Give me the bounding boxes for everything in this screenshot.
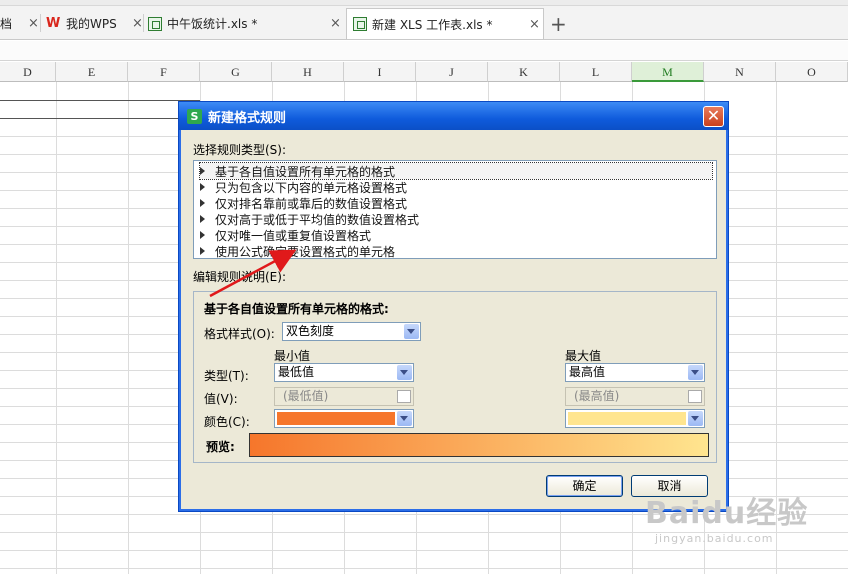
tab-partial[interactable]: 档 × bbox=[0, 8, 40, 39]
formula-bar-strip bbox=[0, 41, 848, 61]
column-header[interactable]: L bbox=[560, 62, 632, 82]
new-format-rule-dialog: S 新建格式规则 ✕ 选择规则类型(S): 基于各自值设置所有单元格的格式 只为… bbox=[178, 101, 729, 512]
min-header: 最小值 bbox=[274, 349, 311, 363]
rule-type-text: 只为包含以下内容的单元格设置格式 bbox=[215, 180, 408, 195]
close-icon[interactable]: × bbox=[28, 16, 39, 31]
rule-type-item[interactable]: 使用公式确定要设置格式的单元格 bbox=[200, 243, 395, 259]
triangle-right-icon bbox=[200, 215, 205, 223]
column-header[interactable]: E bbox=[56, 62, 128, 82]
column-header-selected[interactable]: M bbox=[632, 62, 704, 82]
column-header[interactable]: K bbox=[488, 62, 560, 82]
max-color-swatch bbox=[568, 412, 686, 425]
rule-type-label: 选择规则类型(S): bbox=[193, 143, 287, 157]
spreadsheet-icon bbox=[148, 16, 162, 31]
tab-bar: 档 × W 我的WPS × 中午饭统计.xls * × 新建 XLS 工作表.x… bbox=[0, 0, 848, 40]
min-color-select[interactable] bbox=[274, 409, 414, 428]
range-picker-icon[interactable] bbox=[397, 390, 411, 403]
rule-type-list[interactable]: 基于各自值设置所有单元格的格式 只为包含以下内容的单元格设置格式 仅对排名靠前或… bbox=[193, 160, 717, 259]
ok-button[interactable]: 确定 bbox=[546, 475, 623, 497]
max-type-select[interactable]: 最高值 bbox=[565, 363, 705, 382]
close-icon[interactable]: × bbox=[330, 16, 341, 31]
column-header[interactable]: O bbox=[776, 62, 848, 82]
tab-label: 中午饭统计.xls * bbox=[167, 17, 258, 31]
max-type-value: 最高值 bbox=[569, 365, 606, 379]
close-icon[interactable]: × bbox=[529, 17, 540, 32]
baidu-watermark: Baidu经验 jingyan.baidu.com bbox=[645, 488, 808, 545]
watermark-main: Baidu经验 bbox=[645, 496, 809, 531]
tab-new-xls[interactable]: 新建 XLS 工作表.xls * × bbox=[346, 8, 544, 39]
tab-partial-label: 档 bbox=[0, 17, 13, 31]
tab-bar-top-strip bbox=[0, 0, 848, 6]
column-header[interactable]: F bbox=[128, 62, 200, 82]
rule-type-item[interactable]: 仅对唯一值或重复值设置格式 bbox=[200, 227, 371, 243]
tab-my-wps[interactable]: W 我的WPS × bbox=[46, 8, 143, 39]
column-header[interactable]: D bbox=[0, 62, 56, 82]
format-style-select[interactable]: 双色刻度 bbox=[282, 322, 421, 341]
column-header[interactable]: G bbox=[200, 62, 272, 82]
chevron-down-icon[interactable] bbox=[688, 365, 703, 380]
max-value-text: (最高值) bbox=[574, 389, 620, 403]
triangle-right-icon bbox=[200, 199, 205, 207]
max-header: 最大值 bbox=[565, 349, 602, 363]
min-type-value: 最低值 bbox=[278, 365, 315, 379]
rule-type-text: 仅对唯一值或重复值设置格式 bbox=[215, 228, 372, 243]
rule-type-text: 仅对高于或低于平均值的数值设置格式 bbox=[215, 212, 420, 227]
group-title: 基于各自值设置所有单元格的格式: bbox=[204, 302, 389, 316]
color-scale-preview bbox=[249, 433, 709, 457]
triangle-right-icon bbox=[200, 247, 205, 255]
spreadsheet-icon bbox=[353, 17, 367, 31]
rule-type-text: 基于各自值设置所有单元格的格式 bbox=[215, 164, 396, 179]
rule-description-group: 基于各自值设置所有单元格的格式: 格式样式(O): 双色刻度 最小值 最大值 类… bbox=[193, 291, 717, 463]
type-label: 类型(T): bbox=[204, 369, 249, 383]
tab-separator bbox=[40, 14, 41, 32]
wps-logo-icon: W bbox=[46, 15, 61, 31]
rule-type-text: 使用公式确定要设置格式的单元格 bbox=[215, 244, 396, 259]
format-style-value: 双色刻度 bbox=[286, 324, 335, 338]
column-header[interactable]: I bbox=[344, 62, 416, 82]
new-tab-icon[interactable]: + bbox=[550, 12, 567, 36]
dialog-title: 新建格式规则 bbox=[208, 110, 287, 126]
min-value-input[interactable]: (最低值) bbox=[274, 387, 414, 406]
min-type-select[interactable]: 最低值 bbox=[274, 363, 414, 382]
tab-lunch-stats[interactable]: 中午饭统计.xls * × bbox=[148, 8, 342, 39]
tab-label: 我的WPS bbox=[66, 17, 117, 31]
column-header[interactable]: N bbox=[704, 62, 776, 82]
max-value-input[interactable]: (最高值) bbox=[565, 387, 705, 406]
chevron-down-icon[interactable] bbox=[404, 324, 419, 339]
triangle-right-icon bbox=[200, 231, 205, 239]
preview-label: 预览: bbox=[206, 440, 235, 454]
rule-type-item[interactable]: 只为包含以下内容的单元格设置格式 bbox=[200, 179, 407, 195]
range-picker-icon[interactable] bbox=[688, 390, 702, 403]
color-label: 颜色(C): bbox=[204, 415, 250, 429]
max-color-select[interactable] bbox=[565, 409, 705, 428]
dialog-titlebar[interactable]: S 新建格式规则 ✕ bbox=[179, 102, 728, 130]
min-value-text: (最低值) bbox=[283, 389, 329, 403]
wps-spreadsheet-icon: S bbox=[187, 108, 202, 124]
tab-label: 新建 XLS 工作表.xls * bbox=[372, 17, 493, 32]
edit-rule-label: 编辑规则说明(E): bbox=[193, 270, 286, 284]
rule-type-item[interactable]: 仅对排名靠前或靠后的数值设置格式 bbox=[200, 195, 407, 211]
rule-type-item[interactable]: 基于各自值设置所有单元格的格式 bbox=[199, 162, 713, 180]
chevron-down-icon[interactable] bbox=[397, 411, 412, 426]
watermark-sub: jingyan.baidu.com bbox=[655, 532, 774, 545]
rule-type-text: 仅对排名靠前或靠后的数值设置格式 bbox=[215, 196, 408, 211]
value-label: 值(V): bbox=[204, 392, 238, 406]
chevron-down-icon[interactable] bbox=[397, 365, 412, 380]
format-style-label: 格式样式(O): bbox=[204, 327, 275, 341]
column-header[interactable]: H bbox=[272, 62, 344, 82]
column-header[interactable]: J bbox=[416, 62, 488, 82]
rule-type-item[interactable]: 仅对高于或低于平均值的数值设置格式 bbox=[200, 211, 419, 227]
triangle-right-icon bbox=[200, 167, 205, 175]
triangle-right-icon bbox=[200, 183, 205, 191]
chevron-down-icon[interactable] bbox=[688, 411, 703, 426]
close-button[interactable]: ✕ bbox=[703, 106, 724, 127]
min-color-swatch bbox=[277, 412, 395, 425]
tab-separator bbox=[143, 14, 144, 32]
close-icon[interactable]: × bbox=[132, 16, 143, 31]
